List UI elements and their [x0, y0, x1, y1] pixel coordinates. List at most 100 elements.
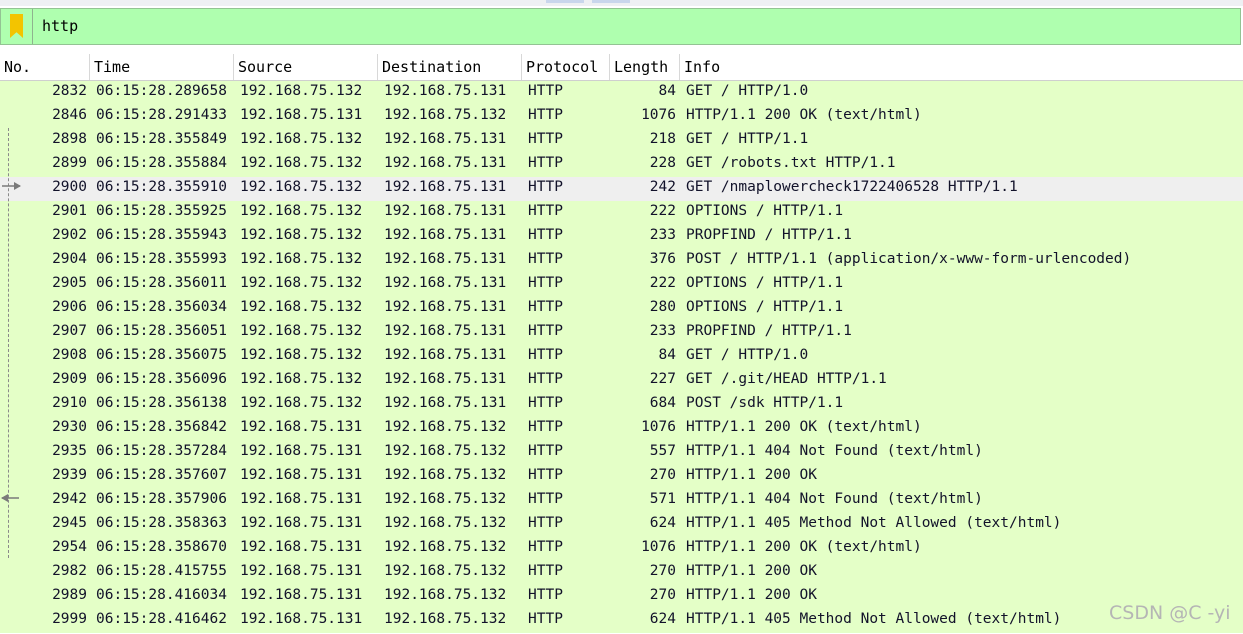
cell-time: 06:15:28.357906: [96, 491, 227, 507]
table-row[interactable]: 2910 06:15:28.356138 192.168.75.132 192.168…: [0, 393, 1243, 417]
table-row[interactable]: 2982 06:15:28.415755 192.168.75.131 192.168…: [0, 561, 1243, 585]
table-row[interactable]: 2930 06:15:28.356842 192.168.75.131 192.168…: [0, 417, 1243, 441]
cell-time: 06:15:28.356842: [96, 419, 227, 435]
column-header-length[interactable]: Length: [610, 54, 680, 80]
column-header-no[interactable]: No.: [0, 54, 90, 80]
cell-info: GET /.git/HEAD HTTP/1.1: [686, 371, 887, 387]
column-header-protocol[interactable]: Protocol: [522, 54, 610, 80]
cell-length: 242: [649, 179, 676, 195]
cell-length: 84: [658, 347, 676, 363]
column-header-destination[interactable]: Destination: [378, 54, 522, 80]
table-row[interactable]: 2945 06:15:28.358363 192.168.75.131 192.168…: [0, 513, 1243, 537]
cell-source: 192.168.75.132: [240, 227, 363, 243]
table-row[interactable]: 2954 06:15:28.358670 192.168.75.131 192.168…: [0, 537, 1243, 561]
cell-destination: 192.168.75.131: [384, 323, 507, 339]
cell-info: HTTP/1.1 405 Method Not Allowed (text/ht…: [686, 515, 1062, 531]
cell-length: 376: [649, 251, 676, 267]
cell-info: HTTP/1.1 200 OK: [686, 467, 817, 483]
table-row[interactable]: 2832 06:15:28.289658 192.168.75.132 192.168…: [0, 81, 1243, 105]
cell-info: POST /sdk HTTP/1.1: [686, 395, 844, 411]
cell-no: 2982: [52, 563, 87, 579]
cell-destination: 192.168.75.131: [384, 227, 507, 243]
cell-destination: 192.168.75.132: [384, 491, 507, 507]
cell-length: 1076: [641, 539, 676, 555]
column-header-info[interactable]: Info: [680, 54, 1243, 80]
cell-source: 192.168.75.131: [240, 443, 363, 459]
cell-no: 2907: [52, 323, 87, 339]
cell-protocol: HTTP: [528, 299, 563, 315]
table-row[interactable]: 2898 06:15:28.355849 192.168.75.132 192.168…: [0, 129, 1243, 153]
filter-bookmark-button[interactable]: [1, 9, 33, 44]
cell-no: 2989: [52, 587, 87, 603]
cell-time: 06:15:28.416034: [96, 587, 227, 603]
table-row[interactable]: 2901 06:15:28.355925 192.168.75.132 192.168…: [0, 201, 1243, 225]
table-row[interactable]: 2908 06:15:28.356075 192.168.75.132 192.168…: [0, 345, 1243, 369]
cell-destination: 192.168.75.131: [384, 275, 507, 291]
column-header-source[interactable]: Source: [234, 54, 378, 80]
cell-time: 06:15:28.355993: [96, 251, 227, 267]
cell-info: HTTP/1.1 200 OK (text/html): [686, 419, 922, 435]
table-row[interactable]: 2909 06:15:28.356096 192.168.75.132 192.168…: [0, 369, 1243, 393]
response-arrow-icon: [1, 494, 19, 502]
cell-destination: 192.168.75.131: [384, 83, 507, 99]
cell-no: 2901: [52, 203, 87, 219]
table-row[interactable]: 2935 06:15:28.357284 192.168.75.131 192.168…: [0, 441, 1243, 465]
cell-time: 06:15:28.358670: [96, 539, 227, 555]
cell-protocol: HTTP: [528, 419, 563, 435]
table-row[interactable]: 2905 06:15:28.356011 192.168.75.132 192.168…: [0, 273, 1243, 297]
cell-length: 684: [649, 395, 676, 411]
cell-no: 2898: [52, 131, 87, 147]
cell-source: 192.168.75.132: [240, 323, 363, 339]
cell-info: PROPFIND / HTTP/1.1: [686, 323, 852, 339]
cell-length: 624: [649, 515, 676, 531]
cell-protocol: HTTP: [528, 539, 563, 555]
column-header-time[interactable]: Time: [90, 54, 234, 80]
cell-no: 2939: [52, 467, 87, 483]
cell-time: 06:15:28.356075: [96, 347, 227, 363]
cell-length: 624: [649, 611, 676, 627]
cell-source: 192.168.75.132: [240, 395, 363, 411]
cell-protocol: HTTP: [528, 443, 563, 459]
table-row[interactable]: 2907 06:15:28.356051 192.168.75.132 192.168…: [0, 321, 1243, 345]
cell-info: GET / HTTP/1.0: [686, 347, 809, 363]
cell-destination: 192.168.75.131: [384, 131, 507, 147]
cell-source: 192.168.75.132: [240, 347, 363, 363]
cell-no: 2954: [52, 539, 87, 555]
table-row[interactable]: 2999 06:15:28.416462 192.168.75.131 192.168…: [0, 609, 1243, 633]
cell-time: 06:15:28.355943: [96, 227, 227, 243]
table-row[interactable]: 2904 06:15:28.355993 192.168.75.132 192.168…: [0, 249, 1243, 273]
cell-no: 2999: [52, 611, 87, 627]
window-top-strip: [0, 0, 1243, 6]
cell-source: 192.168.75.131: [240, 611, 363, 627]
cell-length: 280: [649, 299, 676, 315]
cell-source: 192.168.75.132: [240, 155, 363, 171]
cell-length: 233: [649, 323, 676, 339]
table-row[interactable]: 2989 06:15:28.416034 192.168.75.131 192.168…: [0, 585, 1243, 609]
cell-length: 1076: [641, 419, 676, 435]
cell-time: 06:15:28.358363: [96, 515, 227, 531]
cell-source: 192.168.75.132: [240, 251, 363, 267]
cell-length: 1076: [641, 107, 676, 123]
table-row[interactable]: 2899 06:15:28.355884 192.168.75.132 192.168…: [0, 153, 1243, 177]
cell-source: 192.168.75.131: [240, 539, 363, 555]
display-filter-input[interactable]: [36, 13, 1238, 39]
cell-destination: 192.168.75.131: [384, 347, 507, 363]
cell-destination: 192.168.75.131: [384, 203, 507, 219]
cell-info: GET /nmaplowercheck1722406528 HTTP/1.1: [686, 179, 1018, 195]
cell-destination: 192.168.75.131: [384, 251, 507, 267]
table-row[interactable]: 2846 06:15:28.291433 192.168.75.131 192.168…: [0, 105, 1243, 129]
table-row[interactable]: 2906 06:15:28.356034 192.168.75.132 192.168…: [0, 297, 1243, 321]
table-row[interactable]: 2942 06:15:28.357906 192.168.75.131 192.168…: [0, 489, 1243, 513]
cell-source: 192.168.75.132: [240, 299, 363, 315]
table-row[interactable]: 2939 06:15:28.357607 192.168.75.131 192.168…: [0, 465, 1243, 489]
cell-time: 06:15:28.355849: [96, 131, 227, 147]
cell-time: 06:15:28.356034: [96, 299, 227, 315]
watermark: CSDN @C -yi: [1109, 602, 1231, 624]
cell-no: 2899: [52, 155, 87, 171]
table-row[interactable]: 2902 06:15:28.355943 192.168.75.132 192.168…: [0, 225, 1243, 249]
table-row-selected[interactable]: 2900 06:15:28.355910 192.168.75.132 192.168…: [0, 177, 1243, 201]
cell-source: 192.168.75.131: [240, 467, 363, 483]
cell-info: HTTP/1.1 200 OK (text/html): [686, 539, 922, 555]
cell-source: 192.168.75.131: [240, 419, 363, 435]
cell-info: HTTP/1.1 404 Not Found (text/html): [686, 491, 983, 507]
